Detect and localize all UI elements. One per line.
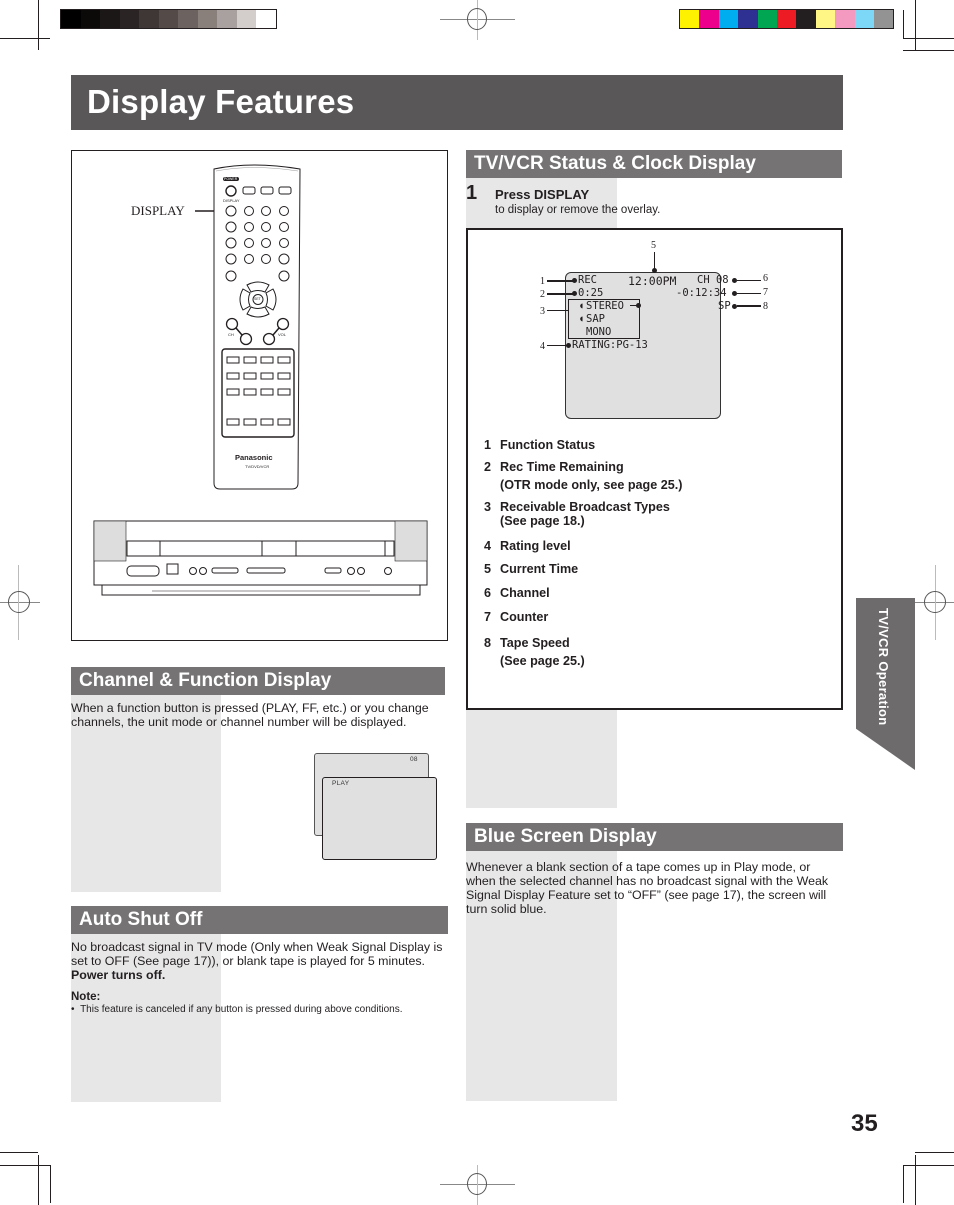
remote-model: TV/DVD/VCR (245, 464, 270, 469)
callout-number-7: 7 (763, 287, 768, 298)
color-swatch (757, 10, 777, 28)
color-swatch (100, 10, 120, 28)
color-swatch (873, 10, 894, 28)
callout-number-4: 4 (540, 341, 545, 352)
color-swatch (236, 10, 256, 28)
chapter-side-tab-label: TV/VCR Operation (876, 608, 891, 726)
auto-shutoff-result: Power turns off. (71, 968, 166, 982)
osd-broadcast-sap: SAP (586, 313, 605, 325)
auto-shutoff-body: No broadcast signal in TV mode (Only whe… (71, 940, 443, 968)
channel-section-heading: Channel & Function Display (79, 670, 332, 691)
color-swatch (119, 10, 139, 28)
callout-number-5: 5 (651, 240, 656, 251)
remote-illustration (93, 164, 428, 596)
step-description: to display or remove the overlay. (495, 204, 661, 216)
osd-mode: REC (578, 274, 597, 286)
osd-tape-speed: SP (718, 300, 731, 312)
color-swatch (217, 10, 237, 28)
color-swatch (61, 10, 81, 28)
channel-section-heading-bar: Channel & Function Display (71, 667, 445, 695)
osd-rec-remaining: 0:25 (578, 287, 604, 299)
osd-broadcast-stereo: STEREO (586, 300, 624, 312)
callout-number-8: 8 (763, 301, 768, 312)
note-item: • This feature is canceled if any button… (71, 1004, 403, 1015)
blue-screen-body: Whenever a blank section of a tape comes… (466, 860, 829, 916)
auto-shutoff-heading: Auto Shut Off (79, 909, 203, 930)
callout-number-6: 6 (763, 273, 768, 284)
remote-ch-label: CH (228, 332, 234, 337)
remote-set-label: SET (254, 297, 261, 301)
callout-number-1: 1 (540, 276, 545, 287)
channel-section-body: When a function button is pressed (PLAY,… (71, 701, 429, 729)
remote-brand: Panasonic (235, 453, 273, 462)
osd-broadcast-mono: MONO (586, 326, 612, 338)
remote-vol-label: VOL (278, 332, 287, 337)
color-swatch (718, 10, 739, 28)
color-swatch (197, 10, 217, 28)
speaker-icon: ◖ (579, 314, 584, 323)
color-swatch (256, 10, 276, 28)
color-swatch (815, 10, 836, 28)
blue-screen-heading-bar: Blue Screen Display (466, 823, 843, 851)
color-swatch (158, 10, 178, 28)
step-number: 1 (466, 182, 478, 204)
color-swatch (835, 10, 855, 28)
color-swatch (80, 10, 100, 28)
grayscale-color-bar (60, 9, 277, 29)
callout-number-3: 3 (540, 306, 545, 317)
color-swatch (796, 10, 816, 28)
cmyk-color-bar (679, 9, 895, 29)
chapter-side-tab: TV/VCR Operation (856, 598, 915, 770)
status-section-heading: TV/VCR Status & Clock Display (474, 153, 756, 174)
bullet-icon: • (71, 1004, 81, 1015)
speaker-icon: ◖ (579, 301, 584, 310)
channel-screen-number: 08 (410, 756, 418, 763)
remote-figure: DISPLAY Panasonic TV/DVD/VCR DISPLAY POW… (71, 150, 448, 641)
color-swatch (738, 10, 758, 28)
osd-time: 12:00PM (628, 274, 677, 288)
channel-screen-front: PLAY (322, 777, 437, 860)
osd-counter: -0:12:34 (676, 287, 727, 299)
osd-rating: RATING:PG-13 (572, 339, 648, 351)
right-gutter-shade-1 (466, 178, 617, 228)
color-swatch (776, 10, 797, 28)
display-callout-label: DISPLAY (131, 203, 185, 218)
callout-number-2: 2 (540, 289, 545, 300)
note-label: Note: (71, 991, 101, 1003)
page-title-bar: Display Features (71, 75, 843, 130)
page-title: Display Features (87, 83, 355, 120)
osd-screen: REC 12:00PM CH 08 0:25 -0:12:34 ◖ STEREO… (565, 272, 731, 419)
blue-screen-heading: Blue Screen Display (474, 826, 657, 847)
auto-shutoff-heading-bar: Auto Shut Off (71, 906, 448, 934)
color-swatch (139, 10, 159, 28)
status-section-heading-bar: TV/VCR Status & Clock Display (466, 150, 842, 178)
color-swatch (699, 10, 719, 28)
right-gutter-shade-2 (466, 710, 617, 808)
color-swatch (178, 10, 198, 28)
osd-channel: CH 08 (697, 274, 729, 286)
remote-display-label: DISPLAY (223, 198, 240, 203)
page-number: 35 (851, 1110, 878, 1137)
color-swatch (854, 10, 874, 28)
step-title: Press DISPLAY (495, 187, 590, 202)
remote-power-label: POWER (224, 177, 238, 181)
color-swatch (680, 10, 700, 28)
channel-screen-mode: PLAY (332, 780, 350, 787)
